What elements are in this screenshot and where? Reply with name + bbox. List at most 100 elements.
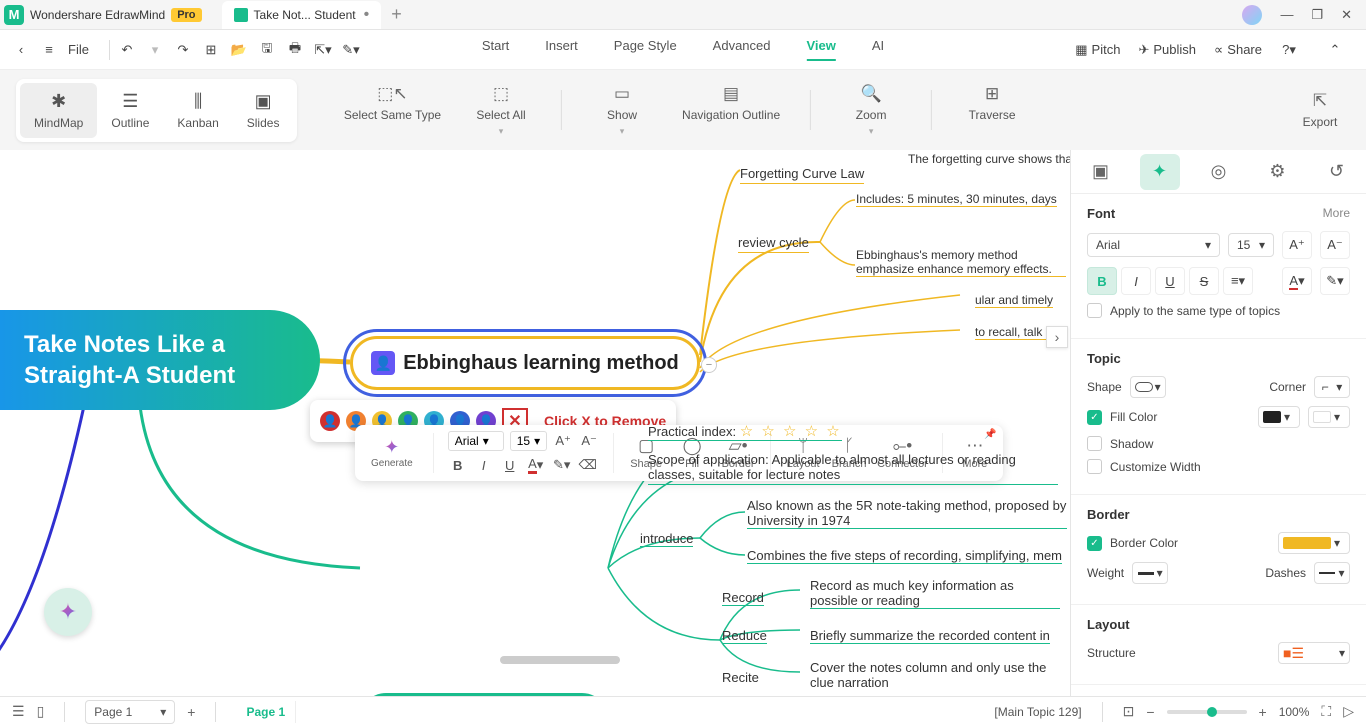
font-size-dropdown[interactable]: 15▾ — [1228, 233, 1274, 257]
pitch-button[interactable]: ▦Pitch — [1075, 42, 1120, 58]
menu-ai[interactable]: AI — [872, 38, 884, 61]
structure-selector[interactable]: ■☰▾ — [1278, 642, 1350, 664]
fillcolor-checkbox[interactable]: ✓ — [1087, 410, 1102, 425]
introduce-label[interactable]: introduce — [640, 531, 693, 547]
panel-tab-style[interactable]: ✦ — [1140, 154, 1180, 190]
zoom-in-button[interactable]: + — [1259, 704, 1267, 720]
strike-toggle[interactable]: S — [1189, 267, 1219, 295]
view-slides-button[interactable]: ▣Slides — [233, 83, 294, 138]
collapse-ribbon-icon[interactable]: ⌃ — [1326, 42, 1344, 58]
thumbnail-nav-icon[interactable]: ▯ — [37, 703, 45, 720]
recite-label[interactable]: Recite — [722, 670, 759, 685]
italic-button[interactable]: I — [474, 455, 494, 475]
corner-selector[interactable]: ⌐▾ — [1314, 376, 1350, 398]
file-tab[interactable]: Take Not... Student • — [222, 1, 382, 29]
select-same-type-button[interactable]: ⬚↖Select Same Type — [344, 84, 441, 137]
fill-color-swatch-dark[interactable]: ▾ — [1258, 406, 1300, 428]
navigation-outline-button[interactable]: ▤Navigation Outline — [682, 84, 780, 137]
page-select-dropdown[interactable]: Page 1▾ — [85, 700, 175, 724]
panel-expand-button[interactable]: › — [1046, 326, 1068, 348]
sub-recall[interactable]: to recall, talk a — [975, 325, 1052, 340]
view-kanban-button[interactable]: ⫼Kanban — [163, 83, 232, 138]
menu-page-style[interactable]: Page Style — [614, 38, 677, 61]
align-toggle[interactable]: ≡▾ — [1223, 267, 1253, 295]
open-button[interactable]: 📂 — [230, 42, 248, 58]
add-page-button[interactable]: + — [187, 704, 195, 720]
fill-color-swatch-light[interactable]: ▾ — [1308, 406, 1350, 428]
intro2-label[interactable]: Combines the five steps of recording, si… — [747, 548, 1062, 564]
sub-forgetting[interactable]: Forgetting Curve Law — [740, 166, 864, 184]
font-shrink-button[interactable]: A⁻ — [579, 431, 599, 451]
reduce-desc-label[interactable]: Briefly summarize the recorded content i… — [810, 628, 1050, 644]
italic-toggle[interactable]: I — [1121, 267, 1151, 295]
file-menu[interactable]: File — [68, 42, 89, 57]
print-button[interactable]: 🖶 — [286, 39, 304, 61]
select-all-button[interactable]: ⬚Select All▾ — [471, 84, 531, 137]
sub-enhance[interactable]: Ebbinghaus's memory method emphasize enh… — [856, 248, 1066, 277]
sub-includes[interactable]: Includes: 5 minutes, 30 minutes, days — [856, 192, 1057, 207]
panel-tab-history[interactable]: ↺ — [1317, 154, 1357, 190]
maximize-button[interactable]: ❐ — [1311, 7, 1323, 23]
practical-label[interactable]: Practical index: ☆ ☆ ☆ ☆ ☆ — [648, 422, 842, 441]
font-more-link[interactable]: More — [1323, 206, 1350, 221]
export-dd-button[interactable]: ⇱▾ — [314, 42, 332, 58]
zoom-button[interactable]: 🔍Zoom▾ — [841, 84, 901, 137]
bold-toggle[interactable]: B — [1087, 267, 1117, 295]
fullscreen-icon[interactable]: ⛶ — [1321, 703, 1331, 720]
page-tab-1[interactable]: Page 1 — [236, 701, 296, 723]
font-decrease-button[interactable]: A⁻ — [1320, 231, 1350, 259]
undo-button[interactable]: ↶ — [118, 42, 136, 58]
weight-selector[interactable]: ▾ — [1132, 562, 1168, 584]
undo-dd[interactable]: ▾ — [146, 42, 164, 58]
menu-insert[interactable]: Insert — [545, 38, 578, 61]
menu-start[interactable]: Start — [482, 38, 509, 61]
highlight-dropdown[interactable]: ✎▾ — [1320, 267, 1350, 295]
menu-view[interactable]: View — [807, 38, 836, 61]
fit-view-icon[interactable]: ⊡ — [1123, 703, 1135, 720]
shadow-checkbox[interactable] — [1087, 436, 1102, 451]
user-avatar[interactable] — [1242, 5, 1262, 25]
ebbinghaus-topic[interactable]: 👤 Ebbinghaus learning method — [350, 336, 700, 390]
apply-same-type-checkbox[interactable] — [1087, 303, 1102, 318]
font-color-dropdown[interactable]: A▾ — [1282, 267, 1312, 295]
highlight-button[interactable]: ✎▾ — [552, 455, 572, 475]
save-button[interactable]: 🖫 — [258, 39, 276, 61]
font-family-dropdown[interactable]: Arial▾ — [1087, 233, 1220, 257]
clear-format-button[interactable]: ⌫ — [578, 455, 598, 475]
share-button[interactable]: ∝Share — [1214, 42, 1262, 58]
show-button[interactable]: ▭Show▾ — [592, 84, 652, 137]
bordercolor-checkbox[interactable]: ✓ — [1087, 536, 1102, 551]
intro1-label[interactable]: Also known as the 5R note-taking method,… — [747, 498, 1067, 529]
view-mindmap-button[interactable]: ✱MindMap — [20, 83, 97, 138]
font-color-button[interactable]: A▾ — [526, 455, 546, 475]
presentation-icon[interactable]: ▷ — [1343, 703, 1354, 720]
root-topic[interactable]: Take Notes Like a Straight-A Student — [0, 310, 320, 410]
shape-selector[interactable]: ▾ — [1130, 376, 1166, 398]
traverse-button[interactable]: ⊞Traverse — [962, 84, 1022, 137]
customwidth-checkbox[interactable] — [1087, 459, 1102, 474]
sub-review[interactable]: review cycle — [738, 235, 809, 253]
panel-tab-icon[interactable]: ⚙ — [1258, 154, 1298, 190]
zoom-out-button[interactable]: − — [1146, 704, 1154, 720]
recite-desc-label[interactable]: Cover the notes column and only use the … — [810, 660, 1060, 690]
bold-button[interactable]: B — [448, 455, 468, 475]
record-label[interactable]: Record — [722, 590, 764, 606]
close-window-button[interactable]: ✕ — [1341, 7, 1352, 23]
zoom-slider[interactable] — [1167, 710, 1247, 714]
font-family-select[interactable]: Arial▾ — [448, 431, 504, 451]
font-size-select[interactable]: 15▾ — [510, 431, 547, 451]
horizontal-scrollbar[interactable] — [500, 656, 620, 664]
hamburger-icon[interactable]: ≡ — [40, 42, 58, 57]
view-outline-button[interactable]: ☰Outline — [97, 83, 163, 138]
ai-assistant-fab[interactable]: ✦ — [44, 588, 92, 636]
new-button[interactable]: ⊞ — [202, 42, 220, 58]
pin-icon[interactable]: 📌 — [984, 429, 996, 440]
collapse-node-icon[interactable]: − — [701, 357, 717, 373]
menu-advanced[interactable]: Advanced — [713, 38, 771, 61]
record-desc-label[interactable]: Record as much key information as possib… — [810, 578, 1060, 609]
dashes-selector[interactable]: ▾ — [1314, 562, 1350, 584]
minimize-button[interactable]: — — [1280, 7, 1293, 22]
font-increase-button[interactable]: A⁺ — [1282, 231, 1312, 259]
border-color-swatch[interactable]: ▾ — [1278, 532, 1350, 554]
font-grow-button[interactable]: A⁺ — [553, 431, 573, 451]
